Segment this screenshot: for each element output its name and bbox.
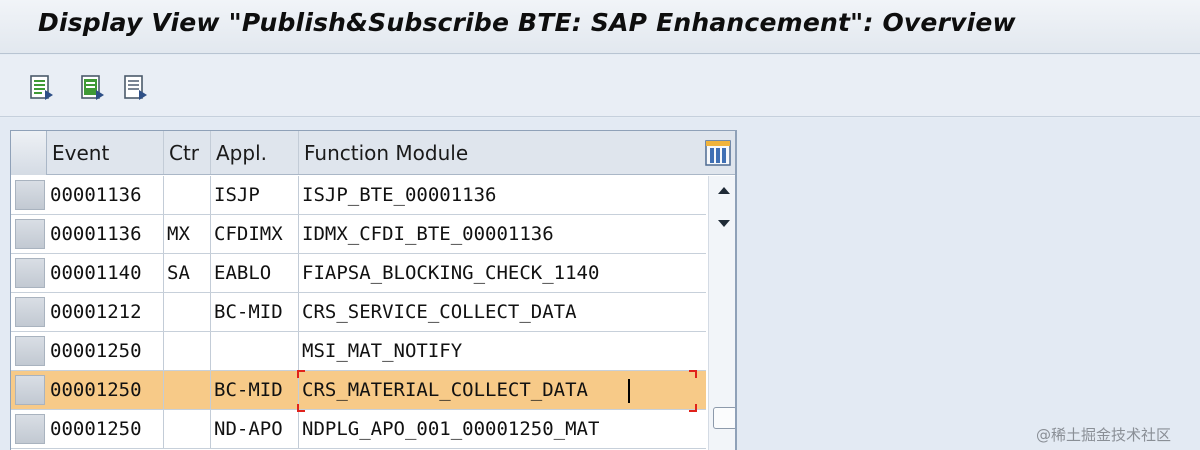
- scrollbar-thumb[interactable]: [713, 407, 735, 429]
- row-selector[interactable]: [15, 336, 45, 366]
- cell-event[interactable]: 00001250: [47, 410, 164, 448]
- cell-function-module[interactable]: ISJP_BTE_00001136: [299, 176, 706, 214]
- title-bar: Display View "Publish&Subscribe BTE: SAP…: [0, 0, 1200, 54]
- column-header-ctr[interactable]: Ctr: [164, 131, 211, 174]
- cell-ctr[interactable]: [164, 176, 211, 214]
- cell-function-module[interactable]: NDPLG_APO_001_00001250_MAT: [299, 410, 706, 448]
- watermark: @稀土掘金技术社区: [1036, 426, 1172, 444]
- table-row[interactable]: 00001136 ISJP ISJP_BTE_00001136: [11, 176, 706, 215]
- row-selector[interactable]: [15, 180, 45, 210]
- cell-ctr[interactable]: [164, 371, 211, 409]
- row-selector[interactable]: [15, 414, 45, 444]
- column-header-appl[interactable]: Appl.: [211, 131, 299, 174]
- row-selector[interactable]: [15, 297, 45, 327]
- cell-ctr[interactable]: [164, 293, 211, 331]
- cell-function-module[interactable]: MSI_MAT_NOTIFY: [299, 332, 706, 370]
- cell-event[interactable]: 00001136: [47, 215, 164, 253]
- select-block-icon: [120, 73, 150, 103]
- cell-appl[interactable]: BC-MID: [211, 293, 299, 331]
- table-row[interactable]: 00001140 SA EABLO FIAPSA_BLOCKING_CHECK_…: [11, 254, 706, 293]
- column-header-function-module[interactable]: Function Module: [299, 131, 706, 174]
- row-selector[interactable]: [15, 258, 45, 288]
- row-selector[interactable]: [15, 375, 45, 405]
- application-toolbar: [0, 55, 1200, 117]
- scroll-down-icon[interactable]: [715, 214, 733, 232]
- table-row[interactable]: 00001136 MX CFDIMX IDMX_CFDI_BTE_0000113…: [11, 215, 706, 254]
- cell-appl[interactable]: ND-APO: [211, 410, 299, 448]
- page-title: Display View "Publish&Subscribe BTE: SAP…: [38, 8, 1016, 37]
- vertical-scrollbar[interactable]: [708, 176, 735, 450]
- cell-function-module[interactable]: CRS_SERVICE_COLLECT_DATA: [299, 293, 706, 331]
- cell-appl[interactable]: ISJP: [211, 176, 299, 214]
- cell-ctr[interactable]: [164, 332, 211, 370]
- table-row-selected[interactable]: 00001250 BC-MID CRS_MATERIAL_COLLECT_DAT…: [11, 371, 706, 410]
- select-all-rows-corner[interactable]: [11, 131, 47, 175]
- cell-event[interactable]: 00001212: [47, 293, 164, 331]
- text-cursor: [628, 379, 630, 403]
- table-row[interactable]: 00001250 MSI_MAT_NOTIFY: [11, 332, 706, 371]
- cell-appl[interactable]: CFDIMX: [211, 215, 299, 253]
- cell-event[interactable]: 00001140: [47, 254, 164, 292]
- cell-function-module[interactable]: IDMX_CFDI_BTE_00001136: [299, 215, 706, 253]
- cell-event[interactable]: 00001136: [47, 176, 164, 214]
- cell-function-module[interactable]: FIAPSA_BLOCKING_CHECK_1140: [299, 254, 706, 292]
- cell-ctr[interactable]: [164, 410, 211, 448]
- table-row[interactable]: 00001212 BC-MID CRS_SERVICE_COLLECT_DATA: [11, 293, 706, 332]
- cell-event[interactable]: 00001250: [47, 332, 164, 370]
- scroll-up-icon[interactable]: [715, 182, 733, 200]
- table-settings-icon[interactable]: [704, 139, 732, 167]
- row-selector[interactable]: [15, 219, 45, 249]
- cell-appl[interactable]: EABLO: [211, 254, 299, 292]
- cell-appl[interactable]: [211, 332, 299, 370]
- select-block-button[interactable]: [120, 73, 150, 103]
- details-icon: [26, 73, 56, 103]
- cell-function-module-focused[interactable]: CRS_MATERIAL_COLLECT_DATA: [299, 371, 706, 409]
- table-header: Event Ctr Appl. Function Module: [11, 131, 735, 175]
- table-row[interactable]: 00001250 ND-APO NDPLG_APO_001_00001250_M…: [11, 410, 706, 449]
- select-all-icon: [77, 73, 107, 103]
- cell-event[interactable]: 00001250: [47, 371, 164, 409]
- select-all-button[interactable]: [77, 73, 107, 103]
- cell-ctr[interactable]: SA: [164, 254, 211, 292]
- cell-appl[interactable]: BC-MID: [211, 371, 299, 409]
- column-header-event[interactable]: Event: [47, 131, 164, 174]
- cell-ctr[interactable]: MX: [164, 215, 211, 253]
- details-button[interactable]: [26, 73, 56, 103]
